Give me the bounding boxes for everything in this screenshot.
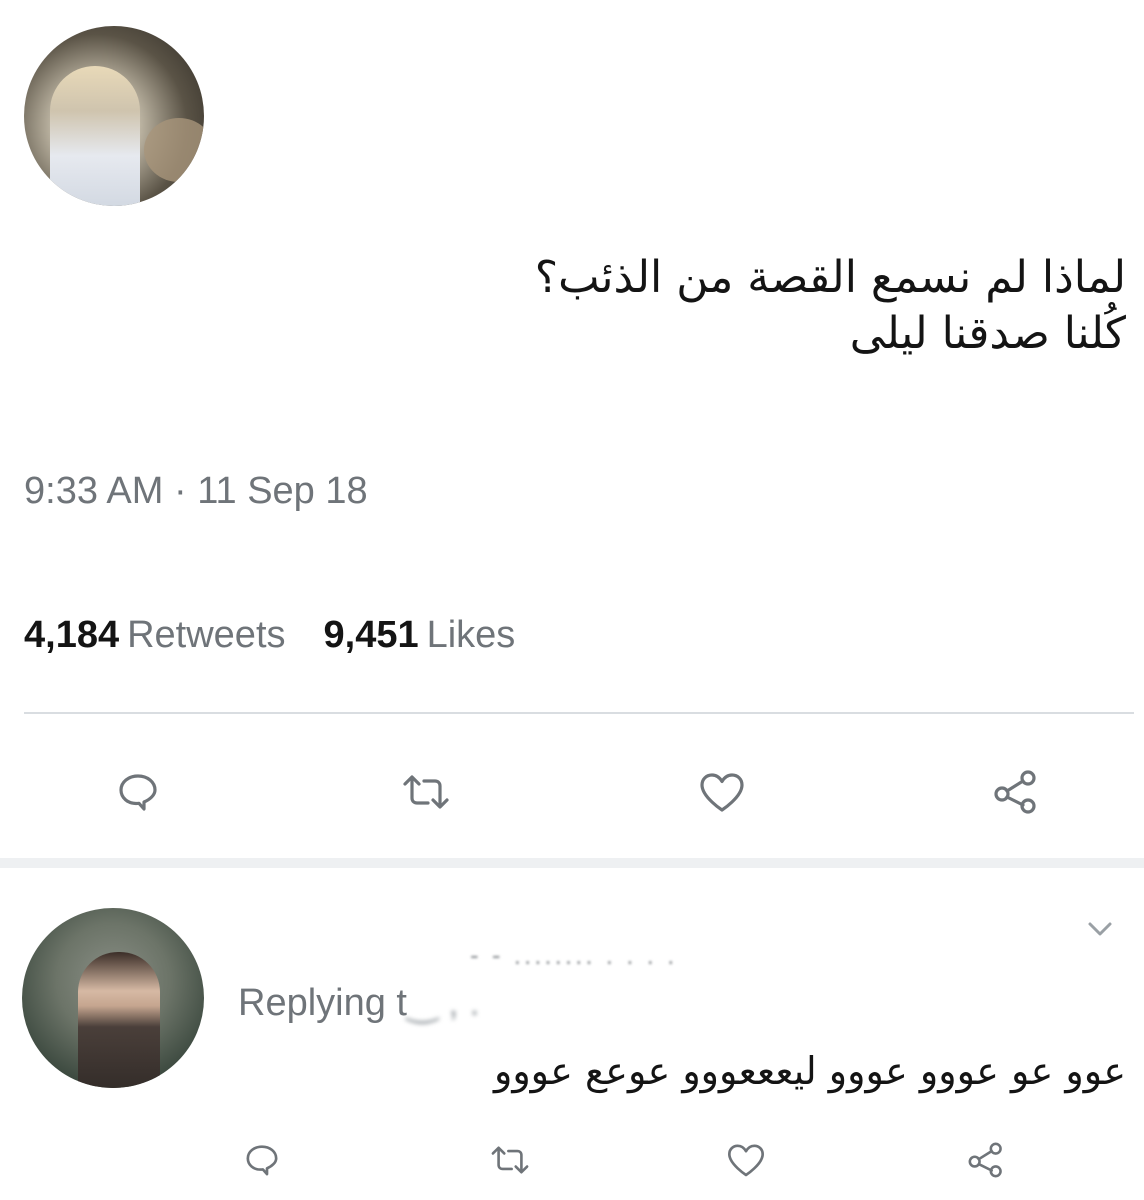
- likes-stat[interactable]: 9,451 Likes: [324, 614, 554, 656]
- retweet-icon: [491, 1146, 529, 1174]
- heart-icon: [728, 1144, 765, 1177]
- author-avatar[interactable]: [24, 26, 204, 206]
- chevron-down-icon: [1088, 922, 1112, 936]
- tweet-stats: 4,184 Retweets 9,451 Likes: [24, 614, 553, 657]
- share-icon: [968, 1142, 1002, 1178]
- tweet-timestamp[interactable]: 9:33 AM · 11 Sep 18: [24, 470, 368, 513]
- reply-reply-button[interactable]: [238, 1136, 286, 1184]
- share-icon: [994, 770, 1036, 814]
- more-options-button[interactable]: [1084, 916, 1116, 945]
- likes-count: 9,451: [323, 614, 419, 656]
- reply-author-avatar[interactable]: [22, 908, 204, 1088]
- tweet-text-line-2: كُلنا صدقنا ليلى: [849, 308, 1126, 359]
- reply-retweet-button[interactable]: [484, 1136, 536, 1184]
- replying-to-label: Replying t: [238, 982, 407, 1024]
- tweet-text-line-1: لماذا لم نسمع القصة من الذئب؟: [534, 252, 1126, 303]
- reply-button[interactable]: [110, 764, 166, 820]
- likes-label: Likes: [426, 614, 516, 656]
- reply-icon: [119, 774, 157, 811]
- reply-author-handle[interactable]: - - ........ . . . .: [470, 940, 677, 971]
- retweets-label: Retweets: [127, 614, 286, 656]
- reply-text: عوو عو عووو عووو ليعععووو عوعع عووو: [493, 1049, 1126, 1093]
- retweet-button[interactable]: [398, 764, 454, 820]
- share-button[interactable]: [988, 764, 1044, 820]
- reply-like-button[interactable]: [720, 1136, 772, 1184]
- tweet-separator: [0, 858, 1144, 868]
- reply-icon: [246, 1145, 278, 1176]
- retweet-icon: [403, 775, 449, 809]
- replying-to-handle[interactable]: ‿ , .: [407, 982, 480, 1024]
- reply-share-button[interactable]: [960, 1134, 1012, 1186]
- heart-icon: [700, 773, 744, 812]
- stats-divider: [24, 712, 1134, 714]
- replying-to: Replying t‿ , .: [238, 980, 480, 1025]
- retweets-stat[interactable]: 4,184 Retweets: [24, 614, 324, 656]
- like-button[interactable]: [694, 764, 750, 820]
- retweets-count: 4,184: [24, 614, 120, 656]
- tweet-text: لماذا لم نسمع القصة من الذئب؟ كُلنا صدقن…: [226, 250, 1126, 362]
